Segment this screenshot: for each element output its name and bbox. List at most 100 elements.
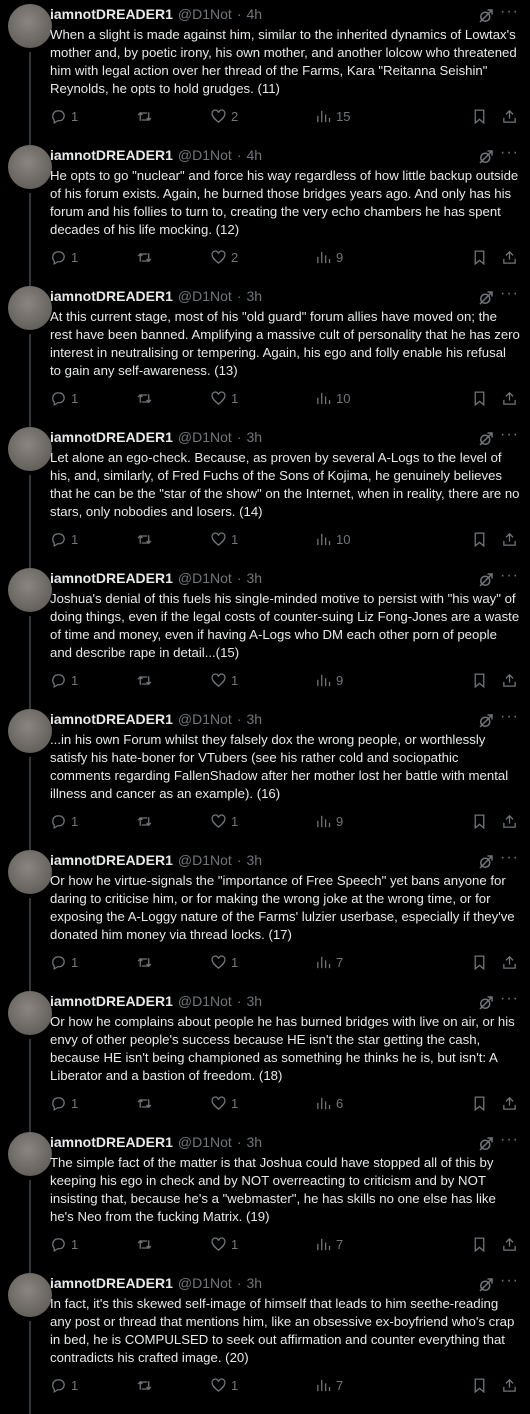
author-handle[interactable]: @D1Not [178, 429, 232, 445]
like-button[interactable]: 1 [210, 668, 238, 692]
like-button[interactable]: 1 [210, 1091, 238, 1115]
tweet[interactable]: iamnotDREADER1 @D1Not · 3h ··· The simpl… [0, 1128, 530, 1273]
tweet[interactable]: iamnotDREADER1 @D1Not · 4h ··· He opts t… [0, 141, 530, 286]
reply-button[interactable]: 1 [50, 1373, 78, 1397]
reply-button[interactable]: 1 [50, 104, 78, 128]
retweet-button[interactable] [136, 245, 157, 269]
tweet[interactable]: iamnotDREADER1 @D1Not · 3h ··· ...in his… [0, 705, 530, 850]
retweet-button[interactable] [136, 809, 157, 833]
share-button[interactable] [501, 809, 518, 833]
tweet[interactable]: iamnotDREADER1 @D1Not · 4h ··· When a sl… [0, 0, 530, 145]
tweet[interactable]: iamnotDREADER1 @D1Not · 3h ··· At this c… [0, 282, 530, 427]
author-name[interactable]: iamnotDREADER1 [50, 6, 173, 22]
views-button[interactable]: 7 [315, 1232, 343, 1256]
author-name[interactable]: iamnotDREADER1 [50, 147, 173, 163]
author-name[interactable]: iamnotDREADER1 [50, 429, 173, 445]
avatar[interactable] [8, 709, 52, 753]
avatar[interactable] [8, 4, 52, 48]
like-button[interactable]: 1 [210, 1232, 238, 1256]
share-button[interactable] [501, 1091, 518, 1115]
bookmark-button[interactable] [471, 1091, 488, 1115]
timestamp[interactable]: 3h [246, 993, 262, 1009]
bookmark-button[interactable] [471, 809, 488, 833]
reply-button[interactable]: 1 [50, 950, 78, 974]
like-button[interactable]: 1 [210, 527, 238, 551]
tweet[interactable]: iamnotDREADER1 @D1Not · 3h ··· Joshua's … [0, 564, 530, 709]
bookmark-button[interactable] [471, 245, 488, 269]
share-button[interactable] [501, 104, 518, 128]
like-button[interactable]: 2 [210, 245, 238, 269]
views-button[interactable]: 9 [315, 245, 343, 269]
author-handle[interactable]: @D1Not [178, 147, 232, 163]
author-handle[interactable]: @D1Not [178, 288, 232, 304]
grok-icon[interactable] [477, 148, 495, 166]
avatar[interactable] [8, 991, 52, 1035]
like-button[interactable]: 1 [210, 386, 238, 410]
bookmark-button[interactable] [471, 104, 488, 128]
retweet-button[interactable] [136, 104, 157, 128]
more-icon[interactable]: ··· [500, 427, 520, 446]
bookmark-button[interactable] [471, 1373, 488, 1397]
timestamp[interactable]: 3h [246, 1134, 262, 1150]
author-name[interactable]: iamnotDREADER1 [50, 1134, 173, 1150]
retweet-button[interactable] [136, 1232, 157, 1256]
reply-button[interactable]: 1 [50, 386, 78, 410]
reply-button[interactable]: 1 [50, 245, 78, 269]
views-button[interactable]: 6 [315, 1091, 343, 1115]
bookmark-button[interactable] [471, 668, 488, 692]
author-name[interactable]: iamnotDREADER1 [50, 1275, 173, 1291]
more-icon[interactable]: ··· [500, 709, 520, 728]
author-name[interactable]: iamnotDREADER1 [50, 570, 173, 586]
more-icon[interactable]: ··· [500, 568, 520, 587]
more-icon[interactable]: ··· [500, 1132, 520, 1151]
views-button[interactable]: 7 [315, 1373, 343, 1397]
share-button[interactable] [501, 1232, 518, 1256]
more-icon[interactable]: ··· [500, 286, 520, 305]
more-icon[interactable]: ··· [500, 1273, 520, 1292]
grok-icon[interactable] [477, 430, 495, 448]
retweet-button[interactable] [136, 1373, 157, 1397]
reply-button[interactable]: 1 [50, 527, 78, 551]
author-handle[interactable]: @D1Not [178, 6, 232, 22]
timestamp[interactable]: 3h [246, 288, 262, 304]
more-icon[interactable]: ··· [500, 991, 520, 1010]
author-handle[interactable]: @D1Not [178, 570, 232, 586]
grok-icon[interactable] [477, 1135, 495, 1153]
views-button[interactable]: 9 [315, 668, 343, 692]
grok-icon[interactable] [477, 7, 495, 25]
like-button[interactable]: 1 [210, 809, 238, 833]
tweet[interactable]: iamnotDREADER1 @D1Not · 3h ··· Let alone… [0, 423, 530, 568]
bookmark-button[interactable] [471, 386, 488, 410]
retweet-button[interactable] [136, 386, 157, 410]
grok-icon[interactable] [477, 571, 495, 589]
bookmark-button[interactable] [471, 950, 488, 974]
more-icon[interactable]: ··· [500, 4, 520, 23]
reply-button[interactable]: 1 [50, 809, 78, 833]
reply-button[interactable]: 1 [50, 1232, 78, 1256]
retweet-button[interactable] [136, 1091, 157, 1115]
share-button[interactable] [501, 386, 518, 410]
reply-button[interactable]: 1 [50, 668, 78, 692]
author-name[interactable]: iamnotDREADER1 [50, 852, 173, 868]
grok-icon[interactable] [477, 1276, 495, 1294]
author-handle[interactable]: @D1Not [178, 1134, 232, 1150]
author-handle[interactable]: @D1Not [178, 711, 232, 727]
timestamp[interactable]: 4h [246, 6, 262, 22]
author-name[interactable]: iamnotDREADER1 [50, 288, 173, 304]
views-button[interactable]: 7 [315, 950, 343, 974]
tweet[interactable]: iamnotDREADER1 @D1Not · 3h ··· Or how he… [0, 987, 530, 1132]
avatar[interactable] [8, 145, 52, 189]
share-button[interactable] [501, 1373, 518, 1397]
more-icon[interactable]: ··· [500, 145, 520, 164]
like-button[interactable]: 1 [210, 950, 238, 974]
timestamp[interactable]: 3h [246, 570, 262, 586]
grok-icon[interactable] [477, 853, 495, 871]
timestamp[interactable]: 3h [246, 429, 262, 445]
timestamp[interactable]: 3h [246, 1275, 262, 1291]
share-button[interactable] [501, 950, 518, 974]
avatar[interactable] [8, 286, 52, 330]
retweet-button[interactable] [136, 527, 157, 551]
more-icon[interactable]: ··· [500, 850, 520, 869]
reply-button[interactable]: 1 [50, 1091, 78, 1115]
like-button[interactable]: 2 [210, 104, 238, 128]
